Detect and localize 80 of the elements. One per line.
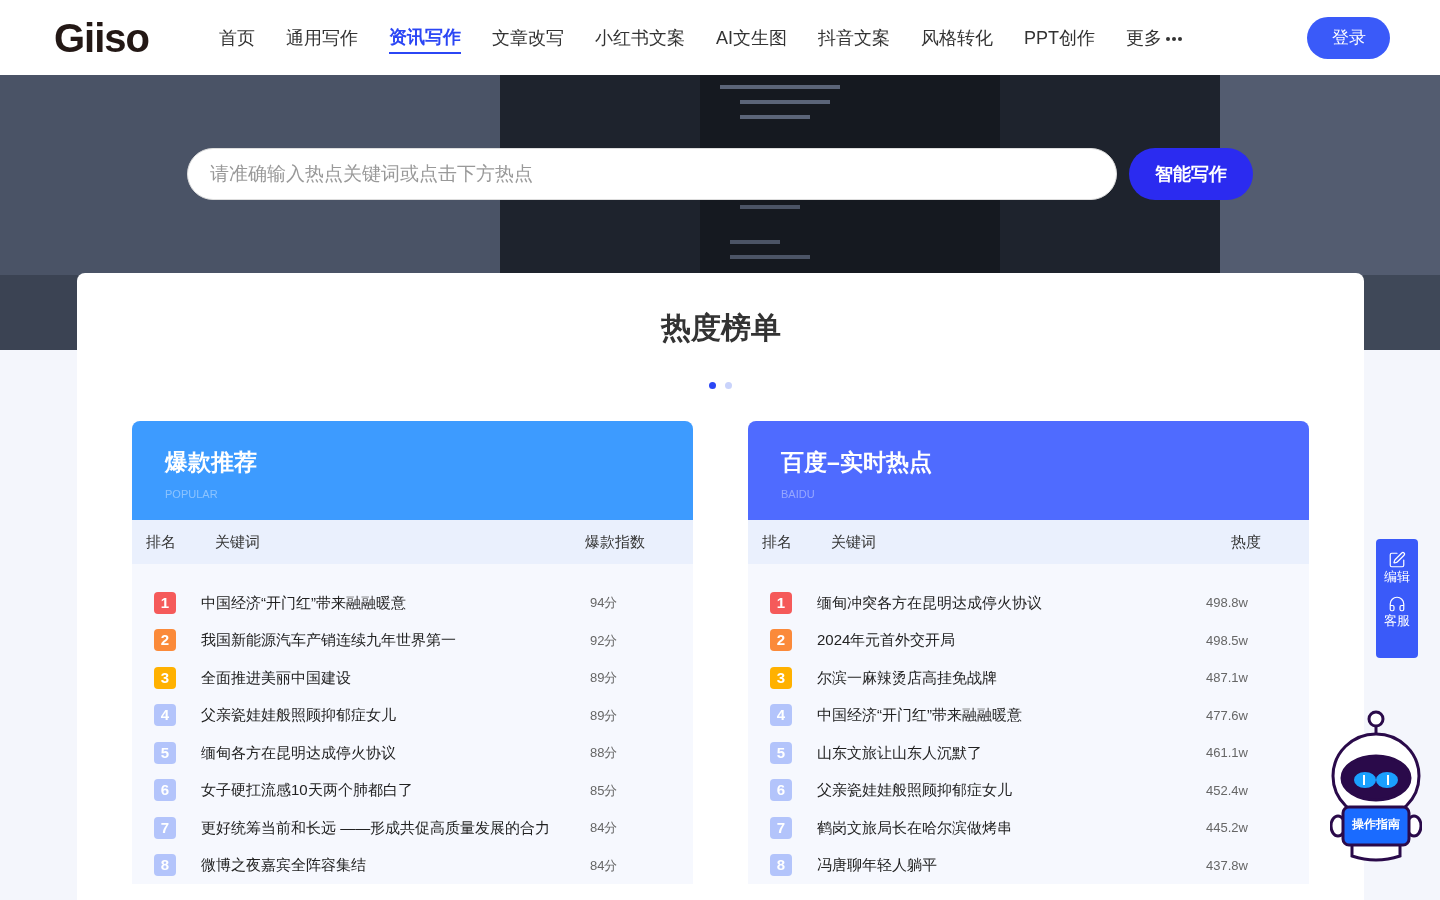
- column-header: 关键词: [215, 531, 261, 552]
- rank-badge: 4: [770, 704, 792, 727]
- score-text: 452.4w: [1205, 781, 1249, 800]
- nav-link[interactable]: 文章改写: [492, 25, 564, 53]
- rank-badge: 8: [154, 854, 176, 877]
- nav-link[interactable]: 首页: [219, 25, 255, 53]
- headset-icon: [1388, 595, 1406, 613]
- side-tool-button[interactable]: 客服: [1384, 595, 1410, 629]
- section-title: 热度榜单: [660, 310, 781, 346]
- score-text: 89分: [589, 669, 619, 687]
- rank-badge: 1: [154, 591, 176, 614]
- score-text: 84分: [589, 819, 619, 837]
- nav-link[interactable]: 风格转化: [921, 25, 993, 53]
- score-text: 84分: [589, 856, 619, 875]
- rank-badge: 5: [154, 741, 176, 764]
- nav-link[interactable]: 通用写作: [286, 25, 358, 53]
- keyword-link[interactable]: 中国经济“开门红”带来融融暖意: [817, 704, 1189, 727]
- score-text: 89分: [589, 706, 619, 725]
- column-header: 排名: [761, 531, 793, 552]
- rank-badge: 2: [770, 629, 792, 652]
- keyword-link[interactable]: 全面推进美丽中国建设: [201, 666, 573, 689]
- search-field[interactable]: 请准确输入热点关键词或点击下方热点: [187, 148, 1117, 200]
- rank-badge: 6: [770, 779, 792, 802]
- score-text: 498.5w: [1205, 631, 1249, 650]
- rank-badge: 4: [154, 704, 176, 727]
- rank-badge: 3: [770, 666, 792, 689]
- nav-link[interactable]: AI文生图: [716, 25, 787, 53]
- robot-drawing[interactable]: [1330, 708, 1422, 863]
- rank-badge: 7: [154, 816, 176, 839]
- keyword-link[interactable]: 冯唐聊年轻人躺平: [817, 854, 1189, 877]
- score-text: 477.6w: [1205, 706, 1249, 725]
- rank-badge: 8: [770, 854, 792, 877]
- column-header: 关键词: [831, 531, 877, 552]
- logo[interactable]: Giiso: [54, 17, 219, 58]
- nav-link[interactable]: 小红书文案: [595, 25, 685, 53]
- column-header: 热度: [1230, 531, 1262, 552]
- smart-write-button[interactable]: 智能写作: [1129, 148, 1253, 200]
- keyword-link[interactable]: 2024年元首外交开局: [817, 629, 1189, 652]
- keyword-link[interactable]: 微博之夜嘉宾全阵容集结: [201, 854, 573, 877]
- keyword-link[interactable]: 山东文旅让山东人沉默了: [817, 741, 1189, 764]
- keyword-link[interactable]: 中国经济“开门红”带来融融暖意: [201, 591, 573, 614]
- score-text: 487.1w: [1205, 669, 1249, 687]
- panel-title: 爆款推荐: [165, 448, 258, 477]
- score-text: 461.1w: [1205, 744, 1249, 762]
- rank-badge: 7: [770, 816, 792, 839]
- score-text: 85分: [589, 781, 619, 800]
- keyword-link[interactable]: 父亲瓷娃娃般照顾抑郁症女儿: [817, 779, 1189, 802]
- nav-link[interactable]: 资讯写作: [389, 24, 461, 54]
- rank-badge: 2: [154, 629, 176, 652]
- keyword-link[interactable]: 父亲瓷娃娃般照顾抑郁症女儿: [201, 704, 573, 727]
- score-text: 437.8w: [1205, 856, 1249, 875]
- rank-badge: 5: [770, 741, 792, 764]
- keyword-link[interactable]: 缅甸冲突各方在昆明达成停火协议: [817, 591, 1189, 614]
- score-text: 498.8w: [1205, 594, 1249, 612]
- column-header: 爆款指数: [584, 531, 646, 552]
- column-header: 排名: [145, 531, 177, 552]
- panel-title: 百度–实时热点: [781, 448, 933, 477]
- score-text: 88分: [589, 744, 619, 762]
- keyword-link[interactable]: 更好统筹当前和长远 ——形成共促高质量发展的合力: [201, 816, 573, 839]
- guide-label: 操作指南: [1351, 816, 1401, 833]
- score-text: 94分: [589, 594, 619, 612]
- rank-badge: 3: [154, 666, 176, 689]
- keyword-link[interactable]: 我国新能源汽车产销连续九年世界第一: [201, 629, 573, 652]
- rank-badge: 1: [770, 591, 792, 614]
- edit-icon: [1388, 551, 1406, 569]
- panel-subtitle: POPULAR: [165, 487, 219, 502]
- keyword-link[interactable]: 鹤岗文旅局长在哈尔滨做烤串: [817, 816, 1189, 839]
- score-text: 445.2w: [1205, 819, 1249, 837]
- keyword-link[interactable]: 尔滨一麻辣烫店高挂免战牌: [817, 666, 1189, 689]
- keyword-link[interactable]: 女子硬扛流感10天两个肺都白了: [201, 779, 573, 802]
- panel-subtitle: BAIDU: [781, 487, 816, 502]
- nav-link[interactable]: PPT创作: [1024, 25, 1096, 53]
- score-text: 92分: [589, 631, 619, 650]
- side-tool-button[interactable]: 编辑: [1384, 551, 1410, 585]
- keyword-link[interactable]: 缅甸各方在昆明达成停火协议: [201, 741, 573, 764]
- nav-link[interactable]: 抖音文案: [818, 25, 890, 53]
- nav-link[interactable]: 更多: [1126, 25, 1183, 53]
- more-dots-icon: [1166, 36, 1183, 41]
- rank-badge: 6: [154, 779, 176, 802]
- login-button[interactable]: 登录: [1307, 16, 1390, 59]
